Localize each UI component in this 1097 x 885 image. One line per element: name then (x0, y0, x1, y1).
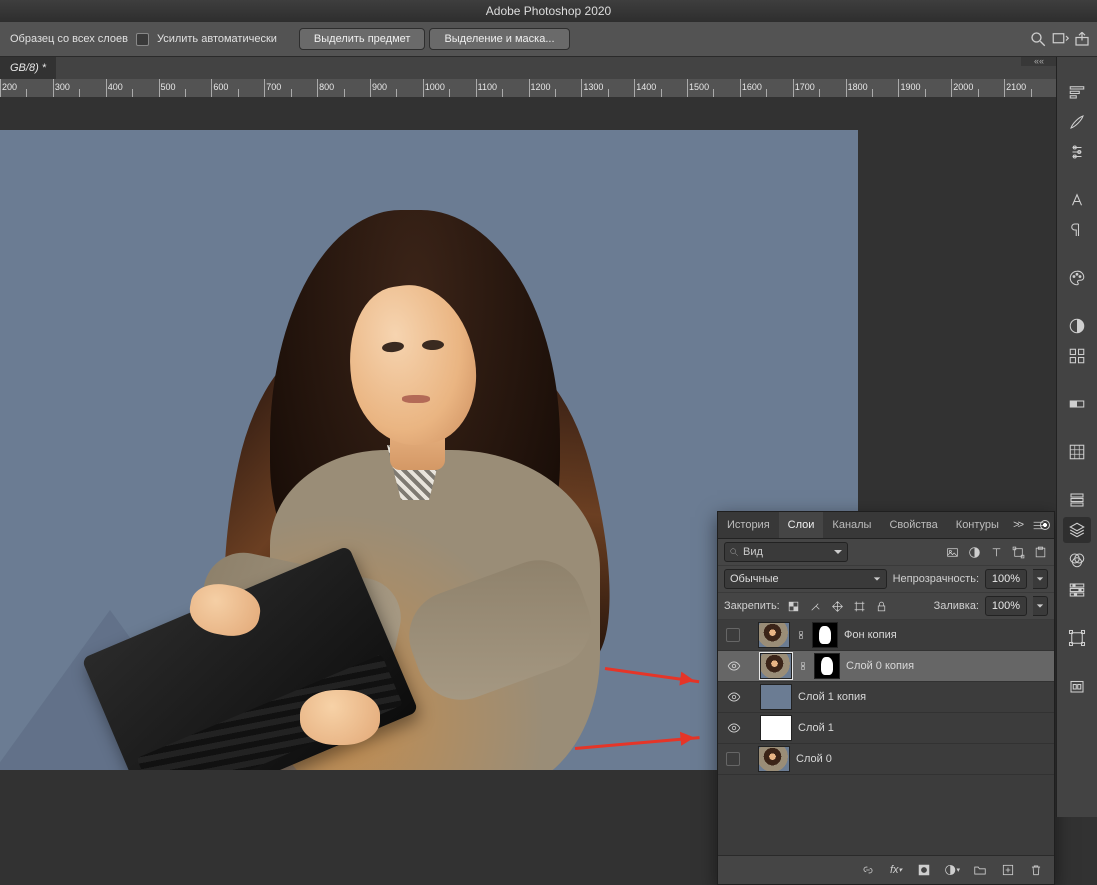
layer-filter-row: Вид (718, 539, 1054, 566)
panel-collapse-handle[interactable]: «« (1021, 57, 1057, 66)
panel-tab-слои[interactable]: Слои (779, 512, 824, 538)
dock-swatches-icon[interactable] (1063, 343, 1091, 369)
visibility-toggle[interactable] (726, 752, 740, 766)
blend-mode-dropdown[interactable]: Обычные (724, 569, 887, 589)
share-icon[interactable] (1073, 30, 1091, 48)
layer-name[interactable]: Слой 1 (798, 722, 1046, 734)
layer-thumb[interactable] (758, 746, 790, 772)
dock-brush-icon[interactable] (1063, 109, 1091, 135)
dock-layers-icon[interactable] (1063, 517, 1091, 543)
layers-panel: ИсторияСлоиКаналыСвойстваКонтуры >> Вид … (717, 511, 1055, 885)
title-bar: Adobe Photoshop 2020 (0, 0, 1097, 22)
enhance-checkbox[interactable] (136, 33, 149, 46)
horizontal-ruler[interactable]: 2003004005006007008009001000110012001300… (0, 79, 1097, 98)
layer-name[interactable]: Фон копия (844, 629, 1046, 641)
filter-pixel-icon[interactable] (944, 544, 960, 560)
opacity-label: Непрозрачность: (893, 573, 979, 585)
panel-collapse-icon[interactable]: >> (1013, 519, 1022, 531)
add-mask-icon[interactable] (916, 862, 932, 878)
fill-chevron-icon[interactable] (1033, 596, 1048, 616)
panel-tab-история[interactable]: История (718, 512, 779, 538)
dock-color-icon[interactable] (1063, 265, 1091, 291)
filter-smart-icon[interactable] (1032, 544, 1048, 560)
options-bar: Образец со всех слоев Усилить автоматиче… (0, 22, 1097, 57)
workspace-switcher-icon[interactable] (1051, 30, 1069, 48)
workspace: ИсторияСлоиКаналыСвойстваКонтуры >> Вид … (0, 97, 1057, 817)
lock-image-icon[interactable] (808, 598, 824, 614)
link-layers-icon[interactable] (860, 862, 876, 878)
layers-footer: fx▾ ▾ (718, 855, 1054, 884)
dock-brush-settings-icon[interactable] (1063, 139, 1091, 165)
dock-paths-icon[interactable] (1063, 487, 1091, 513)
select-subject-button[interactable]: Выделить предмет (299, 28, 426, 50)
layer-name[interactable]: Слой 0 копия (846, 660, 1046, 672)
dock-channels-icon[interactable] (1063, 547, 1091, 573)
app-title: Adobe Photoshop 2020 (486, 4, 611, 18)
layers-list: Фон копия Слой 0 копия Слой 1 копия Слой 1 С… (718, 620, 1054, 855)
select-and-mask-button[interactable]: Выделение и маска... (429, 28, 569, 50)
layer-row[interactable]: Слой 1 (718, 713, 1054, 744)
filter-type-icon[interactable] (988, 544, 1004, 560)
layer-thumb[interactable] (760, 653, 792, 679)
lock-fill-row: Закрепить: Заливка: 100% (718, 593, 1054, 620)
document-tab-bar: GB/8) * (0, 57, 1097, 79)
visibility-eye-icon[interactable] (726, 720, 742, 736)
fill-value[interactable]: 100% (985, 596, 1027, 616)
panel-tab-свойства[interactable]: Свойства (880, 512, 946, 538)
search-icon[interactable] (1029, 30, 1047, 48)
dock-adjustments-icon[interactable] (1063, 313, 1091, 339)
dock-properties-icon[interactable] (1063, 577, 1091, 603)
dock-character-icon[interactable] (1063, 187, 1091, 213)
layer-row[interactable]: Слой 0 (718, 744, 1054, 775)
dock-libraries-icon[interactable] (1063, 673, 1091, 699)
dock-patterns-icon[interactable] (1063, 439, 1091, 465)
lock-artboard-icon[interactable] (852, 598, 868, 614)
layer-mask-thumb[interactable] (812, 622, 838, 648)
layer-name[interactable]: Слой 1 копия (798, 691, 1046, 703)
panel-tab-каналы[interactable]: Каналы (823, 512, 880, 538)
opacity-chevron-icon[interactable] (1033, 569, 1048, 589)
filter-toggle-icon[interactable] (1040, 520, 1050, 530)
panel-tab-контуры[interactable]: Контуры (947, 512, 1008, 538)
sample-all-layers-label: Образец со всех слоев (6, 33, 132, 45)
layer-fx-icon[interactable]: fx▾ (888, 862, 904, 878)
fill-label: Заливка: (934, 600, 979, 612)
layer-row[interactable]: Фон копия (718, 620, 1054, 651)
layer-thumb[interactable] (760, 715, 792, 741)
visibility-eye-icon[interactable] (726, 689, 742, 705)
blend-opacity-row: Обычные Непрозрачность: 100% (718, 566, 1054, 593)
layer-filter-dropdown[interactable]: Вид (724, 542, 848, 562)
visibility-toggle[interactable] (726, 628, 740, 642)
dock-history-icon[interactable] (1063, 79, 1091, 105)
layer-thumb[interactable] (758, 622, 790, 648)
layer-row[interactable]: Слой 0 копия (718, 651, 1054, 682)
enhance-label: Усилить автоматически (153, 33, 281, 45)
visibility-eye-icon[interactable] (726, 658, 742, 674)
add-adjustment-icon[interactable]: ▾ (944, 862, 960, 878)
lock-label: Закрепить: (724, 600, 780, 612)
lock-position-icon[interactable] (830, 598, 846, 614)
layer-mask-thumb[interactable] (814, 653, 840, 679)
new-layer-icon[interactable] (1000, 862, 1016, 878)
right-dock (1056, 57, 1097, 817)
dock-paragraph-icon[interactable] (1063, 217, 1091, 243)
document-tab[interactable]: GB/8) * (0, 57, 56, 79)
panel-tab-strip: ИсторияСлоиКаналыСвойстваКонтуры >> (718, 512, 1054, 539)
dock-gradients-icon[interactable] (1063, 391, 1091, 417)
delete-layer-icon[interactable] (1028, 862, 1044, 878)
lock-all-icon[interactable] (874, 598, 890, 614)
layer-row[interactable]: Слой 1 копия (718, 682, 1054, 713)
lock-transparency-icon[interactable] (786, 598, 802, 614)
opacity-value[interactable]: 100% (985, 569, 1027, 589)
filter-shape-icon[interactable] (1010, 544, 1026, 560)
photo-subject (100, 190, 640, 770)
layer-thumb[interactable] (760, 684, 792, 710)
dock-transform-icon[interactable] (1063, 625, 1091, 651)
mask-link-icon[interactable] (798, 658, 808, 674)
new-group-icon[interactable] (972, 862, 988, 878)
mask-link-icon[interactable] (796, 627, 806, 643)
filter-adjust-icon[interactable] (966, 544, 982, 560)
layer-name[interactable]: Слой 0 (796, 753, 1046, 765)
